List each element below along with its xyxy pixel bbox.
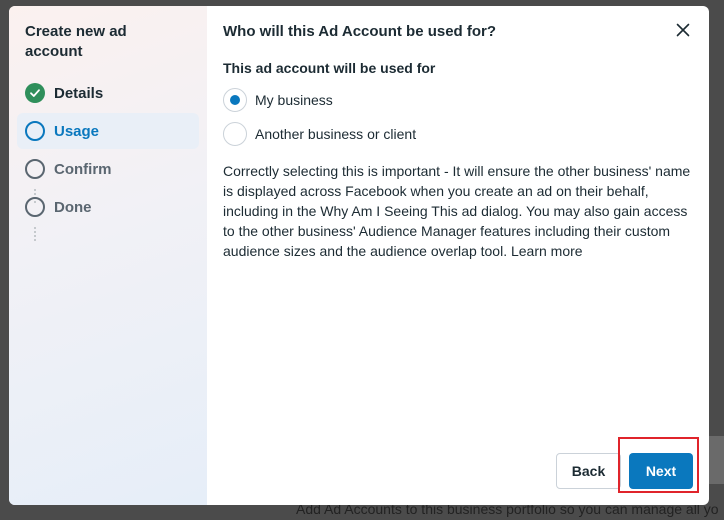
create-ad-account-dialog: Create new ad account Details Usage Conf… [9,6,709,505]
step-label: Usage [54,122,100,140]
step-list: Details Usage Confirm Done [17,75,199,241]
usage-radio-group: My business Another business or client [223,83,693,151]
section-label: This ad account will be used for [223,60,436,76]
step-usage[interactable]: Usage [17,113,199,149]
dialog-footer: Back Next [556,437,699,493]
step-details[interactable]: Details [17,75,199,111]
step-label: Details [54,84,104,102]
back-button[interactable]: Back [556,453,621,489]
description-body: Correctly selecting this is important - … [223,163,691,259]
highlight-annotation [618,437,699,493]
radio-label: Another business or client [255,126,417,142]
step-connector [34,227,36,241]
radio-label: My business [255,92,333,108]
radio-my-business[interactable] [223,88,247,112]
backdrop-panel [709,436,724,484]
pending-step-icon [25,159,45,179]
step-label: Done [54,198,92,216]
pending-step-icon [25,197,45,217]
check-icon [25,83,45,103]
close-icon [676,23,690,42]
step-label: Confirm [54,160,112,178]
option-another-business[interactable]: Another business or client [223,117,693,151]
main-panel: Who will this Ad Account be used for? Th… [207,6,709,505]
next-button-wrap: Next [618,437,699,493]
step-done[interactable]: Done [17,189,199,225]
radio-selected-dot [230,95,240,105]
learn-more-link[interactable]: Learn more [511,243,583,259]
close-button[interactable] [671,20,695,44]
option-my-business[interactable]: My business [223,83,693,117]
current-step-icon [25,121,45,141]
page-title: Who will this Ad Account be used for? [223,23,497,40]
step-confirm[interactable]: Confirm [17,151,199,187]
sidebar-title: Create new ad account [25,23,127,60]
radio-another-business[interactable] [223,122,247,146]
description-text: Correctly selecting this is important - … [223,161,693,261]
sidebar: Create new ad account Details Usage Conf… [9,6,207,505]
